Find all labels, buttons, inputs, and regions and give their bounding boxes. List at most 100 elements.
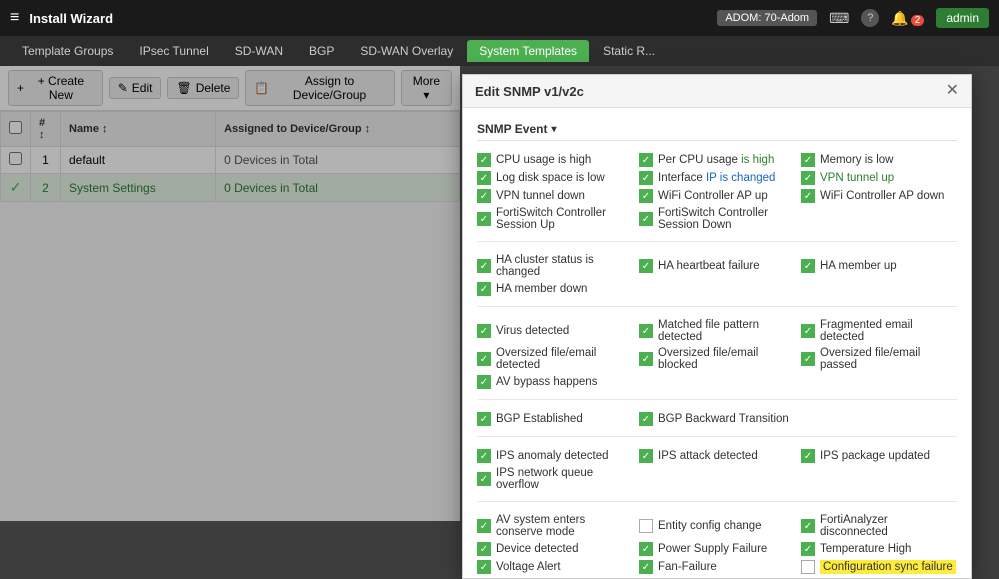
list-item[interactable]: ✓ Interface IP is changed (639, 171, 795, 185)
terminal-icon[interactable]: ⌨ (829, 10, 849, 27)
list-item[interactable]: ✓ Virus detected (477, 319, 633, 343)
list-item[interactable]: ✓ FortiAnalyzer disconnected (801, 514, 957, 538)
tab-static-r[interactable]: Static R... (591, 40, 667, 62)
label-virus: Virus detected (496, 325, 569, 337)
list-item[interactable]: ✓ FortiSwitch Controller Session Down (639, 207, 795, 231)
list-item[interactable]: ✓ IPS attack detected (639, 449, 795, 463)
checkbox-log-disk[interactable]: ✓ (477, 171, 491, 185)
list-item[interactable]: ✓ Log disk space is low (477, 171, 633, 185)
checkbox-frag-email[interactable]: ✓ (801, 324, 815, 338)
checkbox-wifi-ap-up[interactable]: ✓ (639, 189, 653, 203)
menu-icon[interactable]: ≡ (10, 9, 19, 27)
adom-badge: ADOM: 70-Adom (717, 10, 817, 26)
tab-system-templates[interactable]: System Templates (467, 40, 589, 62)
checkbox-file-pattern[interactable]: ✓ (639, 324, 653, 338)
snmp-event-dropdown[interactable]: SNMP Event ▾ (477, 122, 557, 136)
checkbox-ha-heartbeat[interactable]: ✓ (639, 259, 653, 273)
checkbox-config-sync[interactable] (801, 560, 815, 574)
checkbox-fortiana-disc[interactable]: ✓ (801, 519, 815, 533)
label-av-bypass: AV bypass happens (496, 376, 597, 388)
checkbox-cpu-high[interactable]: ✓ (477, 153, 491, 167)
checkbox-fan-failure[interactable]: ✓ (639, 560, 653, 574)
checkbox-power-supply[interactable]: ✓ (639, 542, 653, 556)
list-item[interactable]: ✓ IPS package updated (801, 449, 957, 463)
checkbox-ha-member-up[interactable]: ✓ (801, 259, 815, 273)
checkbox-bgp-backward[interactable]: ✓ (639, 412, 653, 426)
checkbox-av-bypass[interactable]: ✓ (477, 375, 491, 389)
label-wifi-ap-up: WiFi Controller AP up (658, 190, 768, 202)
list-item[interactable]: ✓ Device detected (477, 542, 633, 556)
checkbox-device-detected[interactable]: ✓ (477, 542, 491, 556)
label-ips-anomaly: IPS anomaly detected (496, 450, 609, 462)
checkbox-oversized-detected[interactable]: ✓ (477, 352, 491, 366)
list-item[interactable]: ✓ Memory is low (801, 153, 957, 167)
checkbox-per-cpu[interactable]: ✓ (639, 153, 653, 167)
checkbox-interface-ip[interactable]: ✓ (639, 171, 653, 185)
list-item[interactable]: ✓ CPU usage is high (477, 153, 633, 167)
label-oversized-blocked: Oversized file/email blocked (658, 347, 795, 371)
list-item[interactable]: ✓ Matched file pattern detected (639, 319, 795, 343)
checkbox-oversized-passed[interactable]: ✓ (801, 352, 815, 366)
list-item[interactable]: ✓ BGP Backward Transition (639, 412, 795, 426)
list-item[interactable]: ✓ Oversized file/email blocked (639, 347, 795, 371)
help-icon[interactable]: ? (861, 9, 879, 27)
list-item[interactable]: ✓ HA member up (801, 254, 957, 278)
checkbox-ips-anomaly[interactable]: ✓ (477, 449, 491, 463)
list-item[interactable]: ✓ Oversized file/email passed (801, 347, 957, 371)
list-item[interactable]: ✓ AV system enters conserve mode (477, 514, 633, 538)
tab-ipsec-tunnel[interactable]: IPsec Tunnel (127, 40, 220, 62)
bell-icon[interactable]: 🔔2 (891, 10, 924, 27)
checkbox-fs-session-down[interactable]: ✓ (639, 212, 653, 226)
checkbox-memory-low[interactable]: ✓ (801, 153, 815, 167)
checkbox-ips-attack[interactable]: ✓ (639, 449, 653, 463)
checkbox-grid-6: ✓ AV system enters conserve mode Entity … (477, 514, 957, 578)
list-item[interactable]: ✓ IPS anomaly detected (477, 449, 633, 463)
checkbox-ha-status[interactable]: ✓ (477, 259, 491, 273)
list-item[interactable]: ✓ Power Supply Failure (639, 542, 795, 556)
list-item[interactable]: ✓ HA heartbeat failure (639, 254, 795, 278)
list-item[interactable]: ✓ Temperature High (801, 542, 957, 556)
checkbox-entity-config[interactable] (639, 519, 653, 533)
list-item[interactable]: ✓ HA member down (477, 282, 633, 296)
tab-bgp[interactable]: BGP (297, 40, 346, 62)
checkbox-wifi-ap-down[interactable]: ✓ (801, 189, 815, 203)
list-item[interactable]: ✓ BGP Established (477, 412, 633, 426)
tab-sd-wan[interactable]: SD-WAN (223, 40, 295, 62)
checkbox-ips-package[interactable]: ✓ (801, 449, 815, 463)
checkbox-ips-queue[interactable]: ✓ (477, 472, 491, 486)
checkbox-grid-4: ✓ BGP Established ✓ BGP Backward Transit… (477, 412, 957, 426)
main-area: + + Create New ✎ Edit 🗑 Delete 📋 Assign … (0, 66, 999, 521)
list-item[interactable]: ✓ WiFi Controller AP up (639, 189, 795, 203)
checkbox-fs-session-up[interactable]: ✓ (477, 212, 491, 226)
list-item[interactable]: ✓ Per CPU usage is high (639, 153, 795, 167)
list-item[interactable]: ✓ FortiSwitch Controller Session Up (477, 207, 633, 231)
list-item[interactable]: ✓ VPN tunnel up (801, 171, 957, 185)
list-item[interactable]: ✓ Oversized file/email detected (477, 347, 633, 371)
list-item[interactable]: ✓ WiFi Controller AP down (801, 189, 957, 203)
label-log-disk: Log disk space is low (496, 172, 605, 184)
tab-template-groups[interactable]: Template Groups (10, 40, 125, 62)
admin-button[interactable]: admin (936, 8, 989, 28)
checkbox-av-conserve[interactable]: ✓ (477, 519, 491, 533)
checkbox-vpn-down[interactable]: ✓ (477, 189, 491, 203)
checkbox-ha-member-down[interactable]: ✓ (477, 282, 491, 296)
list-item[interactable]: ✓ VPN tunnel down (477, 189, 633, 203)
list-item[interactable]: ✓ IPS network queue overflow (477, 467, 633, 491)
list-item[interactable]: ✓ HA cluster status is changed (477, 254, 633, 278)
modal-close-button[interactable]: ✕ (946, 83, 959, 99)
label-per-cpu: Per CPU usage is high (658, 154, 774, 166)
list-item[interactable]: ✓ Fan-Failure (639, 560, 795, 574)
checkbox-vpn-up[interactable]: ✓ (801, 171, 815, 185)
checkbox-grid-1: ✓ CPU usage is high ✓ Per CPU usage is h… (477, 153, 957, 231)
checkbox-bgp-established[interactable]: ✓ (477, 412, 491, 426)
tab-sd-wan-overlay[interactable]: SD-WAN Overlay (348, 40, 465, 62)
list-item[interactable]: Configuration sync failure (801, 560, 957, 574)
list-item[interactable]: ✓ AV bypass happens (477, 375, 633, 389)
list-item[interactable]: ✓ Voltage Alert (477, 560, 633, 574)
list-item[interactable]: Entity config change (639, 514, 795, 538)
checkbox-virus[interactable]: ✓ (477, 324, 491, 338)
checkbox-oversized-blocked[interactable]: ✓ (639, 352, 653, 366)
list-item[interactable]: ✓ Fragmented email detected (801, 319, 957, 343)
checkbox-temp-high[interactable]: ✓ (801, 542, 815, 556)
checkbox-voltage[interactable]: ✓ (477, 560, 491, 574)
